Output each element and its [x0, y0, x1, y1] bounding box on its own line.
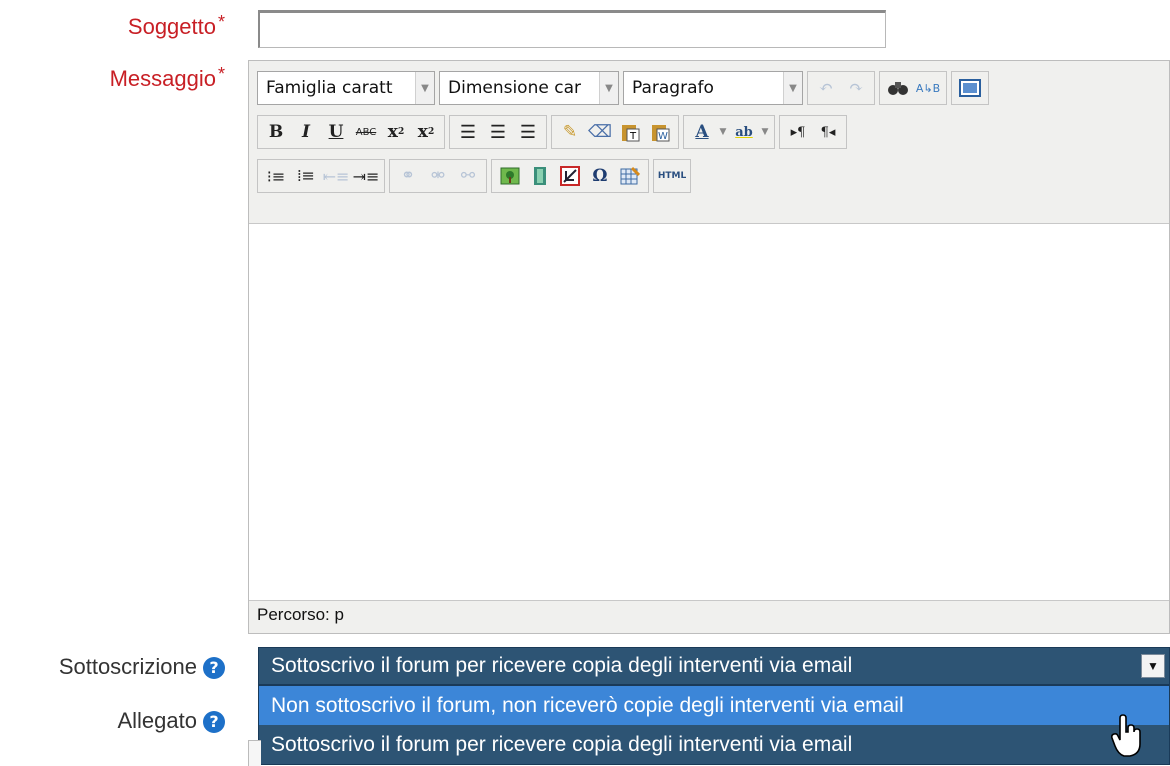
message-label: Messaggio *: [109, 64, 225, 91]
text-style-group: B I U ABC x2 x2: [257, 115, 445, 149]
html-source-icon[interactable]: HTML: [657, 161, 687, 191]
link-icon[interactable]: ⚭: [393, 161, 423, 191]
subscript-icon[interactable]: x2: [381, 117, 411, 147]
strikethrough-icon[interactable]: ABC: [351, 117, 381, 147]
insert-group: Ω: [491, 159, 649, 193]
subject-label: Soggetto *: [127, 12, 225, 39]
color-group: A ▼ ab ▼: [683, 115, 775, 149]
editor-path: Percorso: p: [257, 605, 344, 624]
nolink-icon[interactable]: [555, 161, 585, 191]
subscription-select[interactable]: Sottoscrivo il forum per ricevere copia …: [258, 647, 1170, 685]
editor-content-area[interactable]: [249, 223, 1169, 601]
bullet-list-icon[interactable]: ⁝≡: [261, 161, 291, 191]
cleanup-icon[interactable]: ✎: [555, 117, 585, 147]
toolbar-row-3: ⁝≡ ⁞≡ ⇤≡ ⇥≡ ⚭ ⚮ ⚯ Ω HTML: [257, 156, 695, 196]
chevron-down-icon: ▼: [599, 72, 618, 104]
chevron-down-icon: ▼: [783, 72, 802, 104]
subscription-options-list: Non sottoscrivo il forum, non riceverò c…: [258, 685, 1170, 765]
chevron-down-icon[interactable]: ▼: [759, 117, 771, 147]
numbered-list-icon[interactable]: ⁞≡: [291, 161, 321, 191]
align-left-icon[interactable]: ☰: [453, 117, 483, 147]
undo-icon[interactable]: ↶: [811, 73, 841, 103]
superscript-icon[interactable]: x2: [411, 117, 441, 147]
attachment-field[interactable]: [248, 740, 261, 766]
hand-cursor-icon: [1110, 714, 1141, 757]
svg-text:T: T: [629, 131, 637, 142]
link-group: ⚭ ⚮ ⚯: [389, 159, 487, 193]
align-center-icon[interactable]: ☰: [483, 117, 513, 147]
anchor-icon[interactable]: ⚯: [453, 161, 483, 191]
clipboard-group: ✎ ⌫ T W: [551, 115, 679, 149]
indent-icon[interactable]: ⇥≡: [351, 161, 381, 191]
align-group: ☰ ☰ ☰: [449, 115, 547, 149]
chevron-down-icon[interactable]: ▼: [717, 117, 729, 147]
direction-group: ▸¶ ¶◂: [779, 115, 847, 149]
bold-icon[interactable]: B: [261, 117, 291, 147]
svg-text:W: W: [658, 131, 668, 142]
font-size-select[interactable]: Dimensione car ▼: [439, 71, 619, 105]
outdent-icon[interactable]: ⇤≡: [321, 161, 351, 191]
special-char-icon[interactable]: Ω: [585, 161, 615, 191]
align-right-icon[interactable]: ☰: [513, 117, 543, 147]
rich-text-editor: Famiglia caratt ▼ Dimensione car ▼ Paragra…: [248, 60, 1170, 634]
table-icon[interactable]: [615, 161, 645, 191]
fullscreen-icon[interactable]: [955, 73, 985, 103]
search-group: A↳B: [879, 71, 947, 105]
toolbar-row-1: Famiglia caratt ▼ Dimensione car ▼ Paragra…: [257, 68, 993, 108]
history-group: ↶ ↷: [807, 71, 875, 105]
subscription-label: Sottoscrizione?: [59, 654, 225, 680]
unlink-icon[interactable]: ⚮: [423, 161, 453, 191]
highlight-color-icon[interactable]: ab: [729, 117, 759, 147]
subscription-option[interactable]: Non sottoscrivo il forum, non riceverò c…: [259, 686, 1169, 725]
help-icon[interactable]: ?: [203, 711, 225, 734]
italic-icon[interactable]: I: [291, 117, 321, 147]
redo-icon[interactable]: ↷: [841, 73, 871, 103]
media-icon[interactable]: [525, 161, 555, 191]
image-icon[interactable]: [495, 161, 525, 191]
chevron-down-icon: ▼: [415, 72, 434, 104]
find-icon[interactable]: [883, 73, 913, 103]
rtl-icon[interactable]: ¶◂: [813, 117, 843, 147]
attachment-label: Allegato?: [117, 708, 225, 734]
subscription-option[interactable]: Sottoscrivo il forum per ricevere copia …: [259, 725, 1169, 764]
underline-icon[interactable]: U: [321, 117, 351, 147]
help-icon[interactable]: ?: [203, 657, 225, 680]
paste-text-icon[interactable]: T: [615, 117, 645, 147]
subscription-selected-value: Sottoscrivo il forum per ricevere copia …: [271, 654, 853, 677]
chevron-down-icon[interactable]: ▼: [1141, 654, 1165, 678]
replace-icon[interactable]: A↳B: [913, 73, 943, 103]
format-select[interactable]: Paragrafo ▼: [623, 71, 803, 105]
subject-input[interactable]: [258, 10, 886, 48]
font-family-select[interactable]: Famiglia caratt ▼: [257, 71, 435, 105]
font-color-icon[interactable]: A: [687, 117, 717, 147]
ltr-icon[interactable]: ▸¶: [783, 117, 813, 147]
paste-word-icon[interactable]: W: [645, 117, 675, 147]
fullscreen-group: [951, 71, 989, 105]
list-group: ⁝≡ ⁞≡ ⇤≡ ⇥≡: [257, 159, 385, 193]
remove-format-icon[interactable]: ⌫: [585, 117, 615, 147]
toolbar-row-2: B I U ABC x2 x2 ☰ ☰ ☰ ✎ ⌫ T W A ▼ ab ▼ ▸…: [257, 112, 851, 152]
source-group: HTML: [653, 159, 691, 193]
